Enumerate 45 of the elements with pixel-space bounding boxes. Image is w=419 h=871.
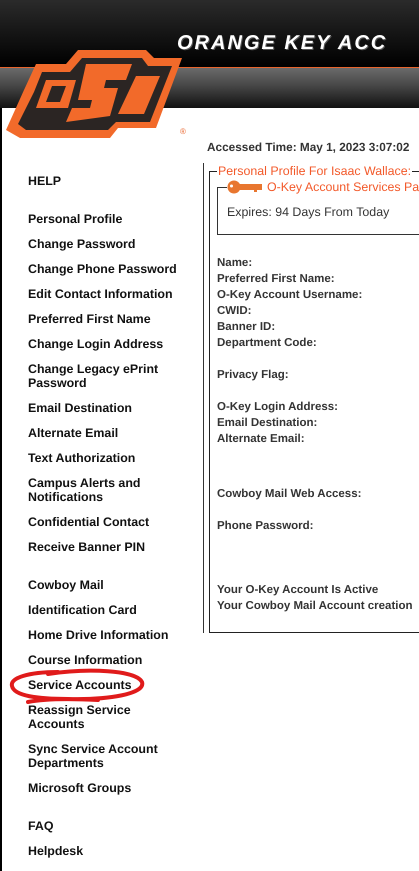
registered-mark: ®	[180, 128, 186, 136]
nav-link[interactable]: Sync Service Account Departments	[28, 742, 188, 770]
field-label: Privacy Flag:	[217, 368, 290, 383]
field-label: Department Code:	[217, 336, 318, 351]
key-icon	[227, 180, 263, 194]
nav-link[interactable]: Home Drive Information	[28, 628, 188, 642]
nav-link[interactable]: Cowboy Mail	[28, 578, 188, 592]
nav-link[interactable]: Reassign Service Accounts	[28, 703, 188, 731]
nav-link[interactable]: Change Phone Password	[28, 262, 188, 276]
field-label: Alternate Email:	[217, 432, 306, 447]
nav-link[interactable]: Receive Banner PIN	[28, 540, 188, 554]
nav-link[interactable]: Helpdesk	[28, 844, 188, 858]
accessed-time: Accessed Time: May 1, 2023 3:07:02	[207, 139, 410, 156]
field-label: Cowboy Mail Web Access:	[217, 487, 362, 502]
account-legend: O-Key Account Services Pa	[267, 179, 419, 195]
field-label: Phone Password:	[217, 519, 314, 534]
nav-link[interactable]: Change Password	[28, 237, 188, 251]
status-text: Your O-Key Account Is Active	[217, 583, 380, 598]
nav-link[interactable]: Change Login Address	[28, 337, 188, 351]
nav-link[interactable]: HELP	[28, 174, 188, 188]
nav-link[interactable]: Email Destination	[28, 401, 188, 415]
field-label: Banner ID:	[217, 320, 276, 335]
nav-link[interactable]: Service Accounts	[28, 678, 188, 692]
nav-link[interactable]: Campus Alerts and Notifications	[28, 476, 188, 504]
nav-link[interactable]: FAQ	[28, 819, 188, 833]
nav-link[interactable]: Microsoft Groups	[28, 781, 188, 795]
expiry-text: Expires: 94 Days From Today	[227, 204, 390, 221]
field-label: O-Key Account Username:	[217, 288, 364, 303]
field-label: Preferred First Name:	[217, 272, 336, 287]
nav-link[interactable]: Change Legacy ePrint Password	[28, 362, 188, 390]
nav-link[interactable]: Course Information	[28, 653, 188, 667]
field-label: Email Destination:	[217, 416, 318, 431]
field-label: O-Key Login Address:	[217, 400, 339, 415]
nav-link[interactable]: Alternate Email	[28, 426, 188, 440]
field-label: Name:	[217, 256, 254, 271]
page-title: ORANGE KEY ACC	[177, 31, 388, 56]
nav-link[interactable]: Identification Card	[28, 603, 188, 617]
nav-link[interactable]: Personal Profile	[28, 212, 188, 226]
field-label: CWID:	[217, 304, 252, 319]
nav-link[interactable]: Edit Contact Information	[28, 287, 188, 301]
panel-legend: Personal Profile For Isaac Wallace:	[217, 163, 412, 179]
nav-link[interactable]: Confidential Contact	[28, 515, 188, 529]
nav-link[interactable]: Preferred First Name	[28, 312, 188, 326]
nav-link[interactable]: Text Authorization	[28, 451, 188, 465]
status-text: Your Cowboy Mail Account creation	[217, 599, 414, 614]
